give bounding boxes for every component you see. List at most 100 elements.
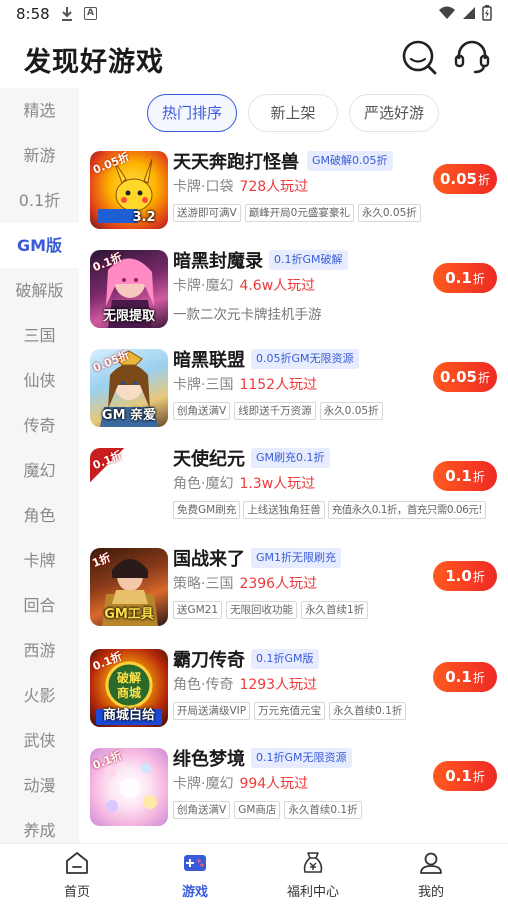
status-time: 8:58 (16, 5, 50, 23)
sidebar-item[interactable]: 精选 (0, 88, 79, 133)
game-players: 728人玩过 (239, 179, 309, 195)
sidebar-item-gm-active[interactable]: GM版 (0, 223, 79, 268)
game-thumbnail: 0.05折 GM 亲爱 (90, 349, 168, 427)
game-item[interactable]: 0.1折 无限提取 暗黑封魔录 0.1折GM破解 卡牌·魔幻 4.6w人玩过 一款… (79, 247, 508, 346)
nav-label: 首页 (63, 885, 90, 900)
game-tag: 创角送满V (173, 402, 231, 420)
discount-button[interactable]: 0.1折 (433, 461, 497, 491)
thumb-caption: 无限提取 (102, 309, 155, 324)
nav-profile[interactable]: 我的 (381, 844, 481, 904)
game-tag: 万元充值元宝 (254, 702, 326, 720)
game-category: 策略·三国 (173, 576, 234, 592)
sidebar-item[interactable]: 0.1折 (0, 178, 79, 223)
game-item[interactable]: 破解 商城 0.1折 商城白给 霸刀传奇 0.1折GM版 角色·传奇 1293人玩… (79, 646, 508, 745)
welfare-icon (303, 852, 323, 873)
discount-value: 0.1 (445, 269, 472, 287)
sidebar-item[interactable]: 西游 (0, 628, 79, 673)
game-tag: 线即送千万资源 (234, 402, 316, 420)
game-name: 暗黑联盟 (173, 350, 245, 371)
discount-button[interactable]: 0.1折 (433, 263, 497, 293)
game-category: 角色·传奇 (173, 677, 234, 693)
tab-new[interactable]: 新上架 (248, 94, 338, 132)
game-tag: 永久首续0.1折 (284, 801, 362, 819)
sidebar-item[interactable]: 卡牌 (0, 538, 79, 583)
thumb-caption: GM工具 (104, 607, 154, 622)
sidebar-item[interactable]: 传奇 (0, 403, 79, 448)
game-thumbnail: 0.1折 (90, 448, 168, 526)
signal-icon (463, 7, 475, 19)
sidebar-item[interactable]: 火影 (0, 673, 79, 718)
discount-value: 0.1 (445, 767, 472, 785)
tab-hot[interactable]: 热门排序 (147, 94, 237, 132)
sidebar-item[interactable]: 武侠 (0, 718, 79, 763)
nav-home[interactable]: 首页 (27, 844, 127, 904)
discount-button[interactable]: 0.1折 (433, 761, 497, 791)
home-icon (66, 852, 88, 874)
game-players: 4.6w人玩过 (239, 278, 316, 294)
svg-text:破解: 破解 (117, 670, 141, 685)
game-tags: 创角送满V GM商店 永久首续0.1折 (173, 801, 362, 819)
game-tag: 免费GM刷充 (173, 501, 241, 519)
discount-button[interactable]: 0.05折 (433, 362, 497, 392)
sidebar-item[interactable]: 角色 (0, 493, 79, 538)
game-tags: 开局送满级VIP 万元充值元宝 永久首续0.1折 (173, 702, 407, 720)
game-tag: 创角送满V (173, 801, 231, 819)
discount-unit: 折 (472, 272, 485, 286)
game-name: 霸刀传奇 (173, 650, 245, 671)
game-tag: 永久首续0.1折 (329, 702, 407, 720)
profile-icon (420, 852, 442, 874)
customer-service-icon[interactable] (453, 38, 491, 76)
game-tag: GM商店 (234, 801, 281, 819)
search-icon[interactable] (400, 38, 438, 76)
game-tags: 送游即可满V 巅峰开局0元盛宴豪礼 永久0.05折 (173, 204, 421, 222)
game-item[interactable]: 0.1折 绯色梦境 0.1折GM无限资源 卡牌·魔幻 994人玩过 创角送满V G… (79, 745, 508, 844)
game-tag: 永久首续1折 (301, 601, 369, 619)
game-tag: 充值永久0.1折，首充只需0.06元! (327, 501, 486, 519)
sidebar-item[interactable]: 三国 (0, 313, 79, 358)
game-tag: 开局送满级VIP (173, 702, 251, 720)
game-meta: 策略·三国 2396人玩过 (173, 573, 317, 593)
game-tags: 创角送满V 线即送千万资源 永久0.05折 (173, 402, 383, 420)
game-tag: 永久0.05折 (319, 402, 383, 420)
tab-curated[interactable]: 严选好游 (349, 94, 439, 132)
game-item[interactable]: 0.1折 天使纪元 GM刷充0.1折 角色·魔幻 1.3w人玩过 免费GM刷充 上… (79, 445, 508, 544)
nav-welfare[interactable]: 福利中心 (263, 844, 363, 904)
nav-games[interactable]: 游戏 (145, 844, 245, 904)
discount-value: 0.1 (445, 467, 472, 485)
discount-value: 1.0 (445, 567, 472, 585)
game-thumbnail: 1折 GM工具 (90, 548, 168, 626)
discount-button[interactable]: 0.05折 (433, 164, 497, 194)
sidebar-item[interactable]: 破解版 (0, 268, 79, 313)
sidebar-item[interactable]: 仙侠 (0, 358, 79, 403)
game-item[interactable]: 1折 GM工具 国战来了 GM1折无限刷充 策略·三国 2396人玩过 送GM21… (79, 545, 508, 644)
thumb-caption: GM 亲爱 (101, 408, 157, 423)
bottom-nav: 首页 游戏 福利中心 我的 (0, 843, 508, 904)
game-item[interactable]: 0.05折 GM 亲爱 暗黑联盟 0.05折GM无限资源 卡牌·三国 1152人玩… (79, 346, 508, 445)
page-title: 发现好游戏 (24, 47, 164, 78)
game-badge: 0.1折GM破解 (269, 250, 348, 270)
discount-unit: 折 (478, 371, 491, 385)
discount-unit: 折 (472, 570, 485, 584)
discount-value: 0.05 (439, 170, 477, 188)
download-icon (62, 7, 72, 21)
game-description: 一款二次元卡牌挂机手游 (173, 307, 322, 323)
sidebar-item[interactable]: 回合 (0, 583, 79, 628)
game-badge: GM1折无限刷充 (251, 548, 342, 568)
sidebar-item[interactable]: 动漫 (0, 763, 79, 808)
discount-button[interactable]: 1.0折 (433, 561, 497, 591)
gamepad-icon (184, 855, 206, 871)
discount-button[interactable]: 0.1折 (433, 662, 497, 692)
header: 发现好游戏 (0, 28, 508, 88)
battery-icon (482, 5, 492, 21)
sidebar-item[interactable]: 新游 (0, 133, 79, 178)
sidebar-item[interactable]: 养成 (0, 808, 79, 844)
game-tag: 上线送独角狂兽 (243, 501, 325, 519)
game-name: 国战来了 (173, 549, 245, 570)
game-item[interactable]: 0.05折 3.2 天天奔跑打怪兽 GM破解0.05折 卡牌·口袋 728人玩过 … (79, 148, 508, 247)
discount-unit: 折 (472, 470, 485, 484)
game-category: 卡牌·三国 (173, 377, 234, 393)
sidebar-item[interactable]: 魔幻 (0, 448, 79, 493)
game-tags: 送GM21 无限回收功能 永久首续1折 (173, 601, 369, 619)
game-meta: 卡牌·三国 1152人玩过 (173, 374, 317, 394)
game-players: 994人玩过 (239, 776, 309, 792)
